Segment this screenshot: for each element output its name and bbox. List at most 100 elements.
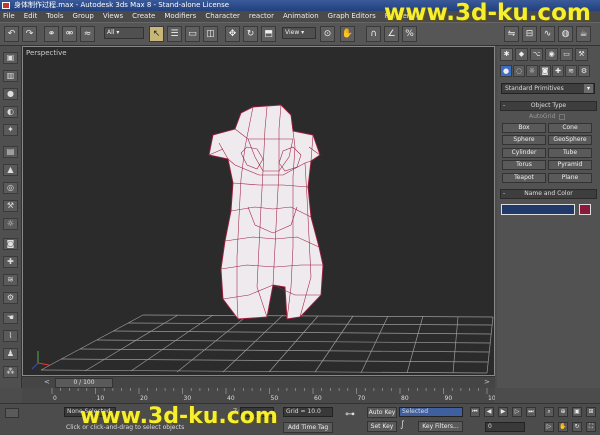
- sphere-tool-icon[interactable]: ●: [3, 88, 18, 100]
- cone-tool-icon[interactable]: ▲: [3, 164, 18, 176]
- hierarchy-tab-icon[interactable]: ⌥: [530, 48, 543, 61]
- motion-tab-icon[interactable]: ◉: [545, 48, 558, 61]
- zoom-all-icon[interactable]: ⊕: [558, 407, 568, 417]
- systems-tool-icon[interactable]: ⚙: [3, 292, 18, 304]
- snap-toggle-icon[interactable]: ∩: [366, 26, 381, 42]
- plane-button[interactable]: Plane: [548, 173, 592, 183]
- menu-create[interactable]: Create: [132, 11, 155, 22]
- tube-button[interactable]: Tube: [548, 148, 592, 158]
- geosphere-tool-icon[interactable]: ◐: [3, 106, 18, 118]
- arc-rotate-icon[interactable]: ↻: [572, 422, 582, 432]
- reference-coordinate-dropdown[interactable]: View ▾: [282, 27, 316, 39]
- menu-file[interactable]: File: [3, 11, 15, 22]
- menu-edit[interactable]: Edit: [24, 11, 38, 22]
- curve-editor-icon[interactable]: ∿: [540, 26, 555, 42]
- object-name-field[interactable]: [501, 204, 575, 215]
- modify-tab-icon[interactable]: ◆: [515, 48, 528, 61]
- play-icon[interactable]: ▶: [498, 407, 508, 417]
- menu-views[interactable]: Views: [103, 11, 123, 22]
- select-by-name-icon[interactable]: ☰: [167, 26, 182, 42]
- bind-space-warp-icon[interactable]: ≈: [80, 26, 95, 42]
- next-frame-icon[interactable]: ▷: [512, 407, 522, 417]
- unlink-icon[interactable]: ⚮: [62, 26, 77, 42]
- selection-filter-dropdown[interactable]: All ▾: [104, 27, 144, 39]
- zoom-extents-icon[interactable]: ▣: [572, 407, 582, 417]
- key-filters-button[interactable]: Key Filters...: [418, 421, 463, 432]
- auto-key-button[interactable]: Auto Key: [367, 407, 397, 418]
- menu-modifiers[interactable]: Modifiers: [164, 11, 196, 22]
- select-object-icon[interactable]: ↖: [149, 26, 164, 42]
- layer-tool-icon[interactable]: ▤: [3, 146, 18, 158]
- link-icon[interactable]: ⚭: [44, 26, 59, 42]
- track-bar[interactable]: 0 10 20 30 40 50 60 70 80 90 100: [22, 388, 495, 403]
- material-editor-icon[interactable]: ◍: [558, 26, 573, 42]
- utilities-tab-icon[interactable]: ⚒: [575, 48, 588, 61]
- add-time-tag-button[interactable]: Add Time Tag: [283, 422, 333, 433]
- helpers-icon[interactable]: ✚: [552, 65, 564, 77]
- cylinder-tool-icon[interactable]: ▥: [3, 70, 18, 82]
- rotate-icon[interactable]: ↻: [243, 26, 258, 42]
- percent-snap-icon[interactable]: %: [402, 26, 417, 42]
- hand-tool-icon[interactable]: ☚: [3, 312, 18, 324]
- redo-icon[interactable]: ↷: [22, 26, 37, 42]
- slider-right-arrow-icon[interactable]: >: [484, 378, 490, 386]
- box-tool-icon[interactable]: ▣: [3, 52, 18, 64]
- spacewarp-tool-icon[interactable]: ≋: [3, 274, 18, 286]
- biped-tool-icon[interactable]: ♟: [3, 348, 18, 360]
- maximize-viewport-icon[interactable]: ⛶: [586, 422, 596, 432]
- box-button[interactable]: Box: [502, 123, 546, 133]
- bone-tool-icon[interactable]: ⌇: [3, 330, 18, 342]
- zoom-extents-all-icon[interactable]: ⊞: [586, 407, 596, 417]
- torus-button[interactable]: Torus: [502, 160, 546, 170]
- set-key-icon[interactable]: ∫: [400, 420, 405, 430]
- manipulate-icon[interactable]: ✋: [340, 26, 355, 42]
- menu-character[interactable]: Character: [205, 11, 240, 22]
- menu-graph-editors[interactable]: Graph Editors: [328, 11, 376, 22]
- geosphere-button[interactable]: GeoSphere: [548, 135, 592, 145]
- go-to-end-icon[interactable]: ⏭: [526, 407, 536, 417]
- current-frame-field[interactable]: 0: [485, 422, 525, 432]
- angle-snap-icon[interactable]: ∠: [384, 26, 399, 42]
- previous-frame-icon[interactable]: ◀: [484, 407, 494, 417]
- create-tab-icon[interactable]: ✱: [500, 48, 513, 61]
- pivot-center-icon[interactable]: ⊙: [320, 26, 335, 42]
- systems-icon[interactable]: ⚙: [578, 65, 590, 77]
- move-icon[interactable]: ✥: [225, 26, 240, 42]
- cone-button[interactable]: Cone: [548, 123, 592, 133]
- object-color-swatch[interactable]: [579, 204, 591, 215]
- teapot-button[interactable]: Teapot: [502, 173, 546, 183]
- max-script-icon[interactable]: [5, 408, 19, 418]
- menu-reactor[interactable]: reactor: [249, 11, 274, 22]
- align-icon[interactable]: ⊟: [522, 26, 537, 42]
- geometry-icon[interactable]: ●: [500, 65, 512, 77]
- tube-tool-icon[interactable]: ◎: [3, 182, 18, 194]
- menu-group[interactable]: Group: [73, 11, 94, 22]
- sphere-button[interactable]: Sphere: [502, 135, 546, 145]
- menu-animation[interactable]: Animation: [283, 11, 319, 22]
- set-key-button[interactable]: Set Key: [367, 421, 397, 432]
- render-icon[interactable]: ☕: [576, 26, 591, 42]
- particle-tool-icon[interactable]: ⁂: [3, 366, 18, 378]
- primitive-category-dropdown[interactable]: Standard Primitives ▾: [501, 83, 595, 94]
- display-tab-icon[interactable]: ▭: [560, 48, 573, 61]
- pyramid-button[interactable]: Pyramid: [548, 160, 592, 170]
- perspective-viewport[interactable]: Perspective: [22, 46, 495, 376]
- shapes-icon[interactable]: ◌: [513, 65, 525, 77]
- zoom-icon[interactable]: ⌕: [544, 407, 554, 417]
- lights-icon[interactable]: ☼: [526, 65, 538, 77]
- undo-icon[interactable]: ↶: [4, 26, 19, 42]
- cylinder-button[interactable]: Cylinder: [502, 148, 546, 158]
- rectangular-selection-icon[interactable]: ▭: [185, 26, 200, 42]
- star-tool-icon[interactable]: ✦: [3, 124, 18, 136]
- go-to-start-icon[interactable]: ⏮: [470, 407, 480, 417]
- slider-left-arrow-icon[interactable]: <: [44, 378, 50, 386]
- scale-icon[interactable]: ⬒: [261, 26, 276, 42]
- object-type-rollout[interactable]: - Object Type: [500, 101, 597, 111]
- field-of-view-icon[interactable]: ▷: [544, 422, 554, 432]
- mirror-icon[interactable]: ⇋: [504, 26, 519, 42]
- space-warps-icon[interactable]: ≋: [565, 65, 577, 77]
- name-and-color-rollout[interactable]: - Name and Color: [500, 189, 597, 199]
- camera-tool-icon[interactable]: ◙: [3, 238, 18, 250]
- key-mode-dropdown[interactable]: Selected: [399, 407, 463, 417]
- window-crossing-icon[interactable]: ◫: [203, 26, 218, 42]
